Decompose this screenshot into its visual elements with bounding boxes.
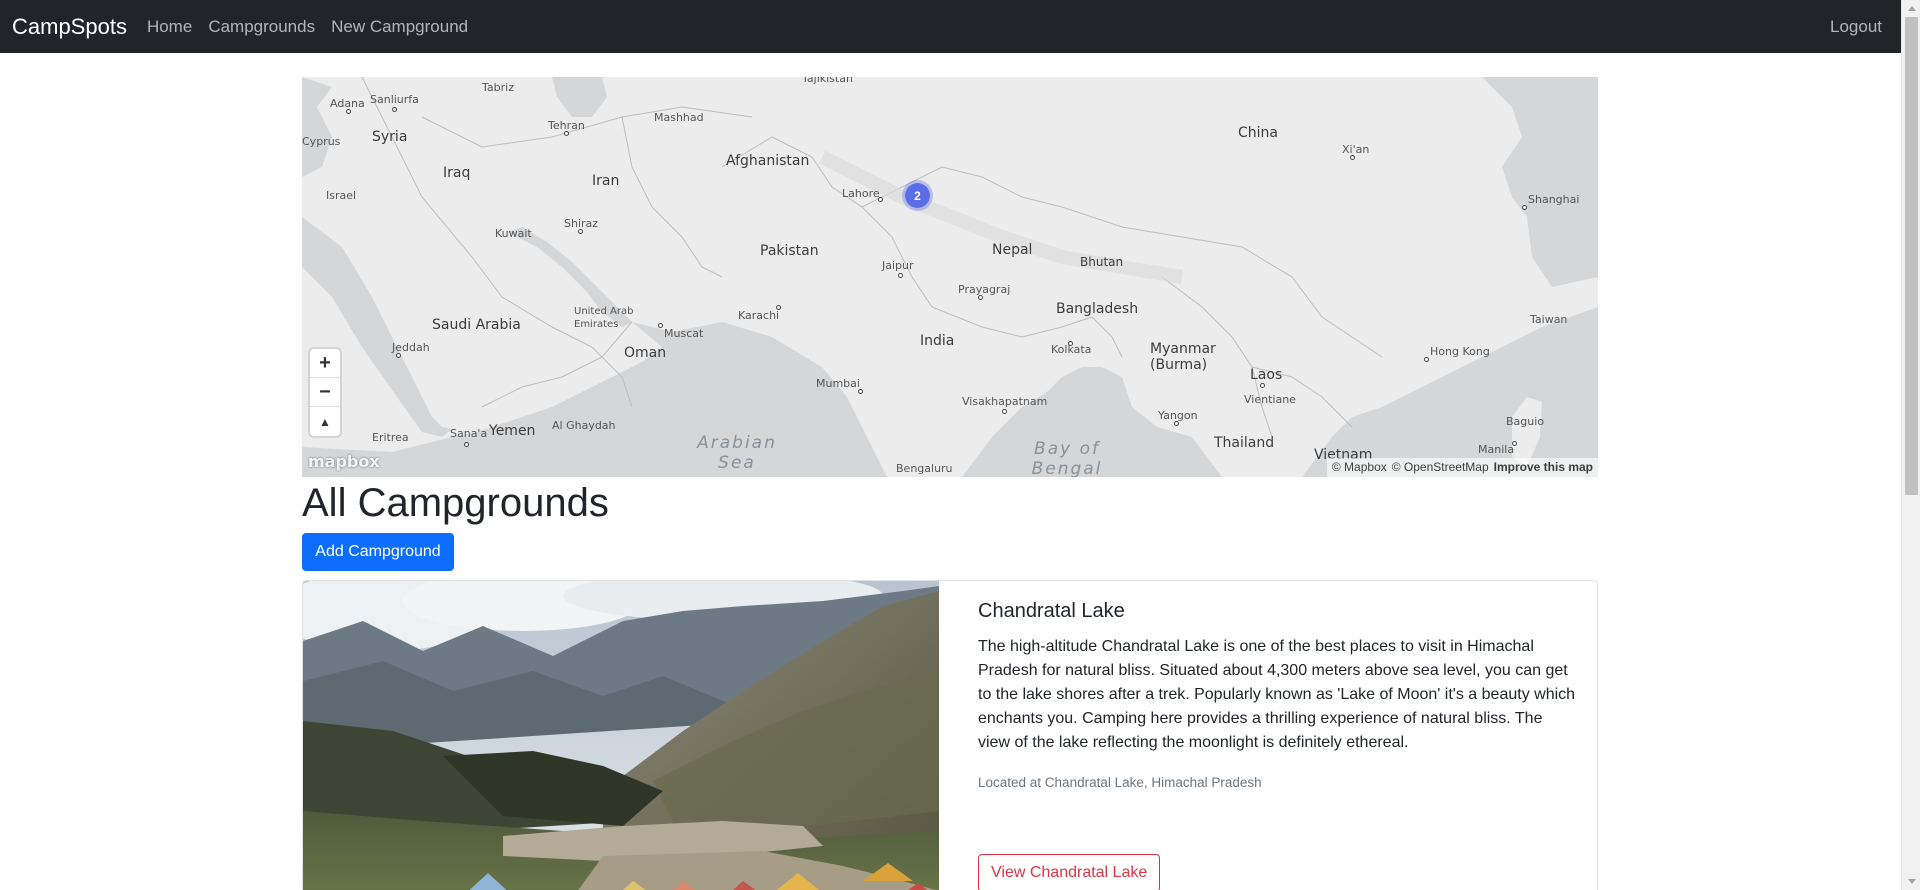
map-label-baguio: Baguio [1506,415,1545,428]
add-campground-button[interactable]: Add Campground [302,533,454,571]
campground-card: Chandratal Lake The high-altitude Chandr… [302,580,1598,890]
campground-location: Located at Chandratal Lake, Himachal Pra… [978,775,1262,790]
map-label-kuwait: Kuwait [495,227,532,240]
map-label-muscat: Muscat [664,327,704,340]
city-dot [564,131,569,136]
city-dot [776,305,781,310]
zoom-in-button[interactable]: + [310,349,340,378]
city-dot [1002,409,1007,414]
improve-map-link[interactable]: Improve this map [1494,460,1593,475]
map-label-mumbai: Mumbai [816,377,860,390]
map-label-prayagraj: Prayagraj [958,283,1011,296]
map-label-eritrea: Eritrea [372,431,409,444]
map-label-oman: Oman [624,345,667,361]
city-dot [1350,155,1355,160]
map-label-xian: Xi'an [1342,143,1370,156]
city-dot [1512,441,1517,446]
map-terrain [302,77,1598,477]
city-dot [978,295,983,300]
osm-attribution-link[interactable]: © OpenStreetMap [1392,460,1489,475]
city-dot [858,389,863,394]
map-label-tabriz: Tabriz [482,81,514,94]
map-label-vientiane: Vientiane [1244,393,1296,406]
city-dot [392,107,397,112]
campground-title: Chandratal Lake [978,600,1125,622]
map-label-saudi-arabia: Saudi Arabia [432,317,521,333]
map-label-hong-kong: Hong Kong [1430,345,1490,358]
map-label-myanmar: Myanmar (Burma) [1150,341,1216,373]
campground-cluster-marker[interactable]: 2 [902,180,933,211]
page-scrollbar[interactable] [1901,0,1920,890]
map-label-shanghai: Shanghai [1528,193,1580,206]
logout-link[interactable]: Logout [1830,17,1882,37]
map-label-afghanistan: Afghanistan [726,153,810,169]
map-label-karachi: Karachi [738,309,780,322]
map-label-bangladesh: Bangladesh [1056,301,1139,317]
map-attribution: © Mapbox © OpenStreetMap Improve this ma… [1326,458,1598,477]
map-label-china: China [1238,125,1278,141]
map-zoom-controls: + − ▲ [310,349,340,436]
map-label-bhutan: Bhutan [1080,255,1124,269]
campground-card-body: Chandratal Lake The high-altitude Chandr… [978,599,1578,790]
view-campground-button[interactable]: View Chandratal Lake [978,854,1161,890]
campground-map[interactable]: Syria Iraq Iran Afghanistan Pakistan Sau… [302,77,1598,477]
map-label-india: India [920,333,955,349]
nav-link-new-campground[interactable]: New Campground [323,17,476,37]
map-label-yemen: Yemen [489,423,536,439]
city-dot [1522,205,1527,210]
city-dot [1260,383,1265,388]
map-label-al-ghaydah: Al Ghaydah [552,419,616,432]
city-dot [1068,341,1073,346]
map-label-sanliurfa: Sanliurfa [370,93,419,106]
map-label-sanaa: Sana'a [450,427,488,440]
map-label-arabian-sea: Arabian Sea [697,433,777,473]
map-label-thailand: Thailand [1214,435,1275,451]
compass-reset-button[interactable]: ▲ [310,407,340,436]
map-label-cyprus: Cyprus [302,135,341,148]
campground-description: The high-altitude Chandratal Lake is one… [978,638,1576,751]
city-dot [1174,421,1179,426]
map-label-shiraz: Shiraz [564,217,599,230]
map-label-bengaluru: Bengaluru [896,462,953,475]
city-dot [464,442,469,447]
campground-image [303,581,939,890]
map-label-bay-of-bengal: Bay of Bengal [1031,439,1103,477]
map-label-iran: Iran [592,173,620,189]
city-dot [878,197,883,202]
map-label-pakistan: Pakistan [760,243,819,259]
mapbox-attribution-link[interactable]: © Mapbox [1332,460,1387,475]
nav-link-campgrounds[interactable]: Campgrounds [200,17,323,37]
map-label-syria: Syria [372,129,408,145]
map-label-iraq: Iraq [443,165,471,181]
map-label-lahore: Lahore [842,187,880,200]
nav-link-home[interactable]: Home [139,17,200,37]
map-label-uae: United Arab Emirates [574,306,634,330]
map-label-visakhapatnam: Visakhapatnam [962,395,1048,408]
navbar: CampSpots Home Campgrounds New Campgroun… [0,0,1901,53]
zoom-out-button[interactable]: − [310,378,340,407]
mapbox-logo[interactable]: mapbox [308,452,380,471]
city-dot [898,273,903,278]
map-label-yangon: Yangon [1158,409,1198,422]
city-dot [346,109,351,114]
city-dot [1424,357,1429,362]
map-label-nepal: Nepal [992,242,1033,258]
scroll-up-arrow-icon[interactable] [1902,0,1920,17]
map-label-mashhad: Mashhad [654,111,704,124]
map-label-manila: Manila [1478,443,1515,456]
map-label-jaipur: Jaipur [882,259,914,272]
city-dot [396,353,401,358]
brand-logo[interactable]: CampSpots [12,14,127,40]
scroll-thumb[interactable] [1905,17,1918,495]
map-label-tajikistan: Tajikistan [802,77,853,85]
map-label-israel: Israel [326,189,357,202]
city-dot [658,323,663,328]
map-label-laos: Laos [1250,367,1283,383]
city-dot [578,229,583,234]
page-title: All Campgrounds [302,481,609,525]
scroll-down-arrow-icon[interactable] [1902,873,1920,890]
map-label-taiwan: Taiwan [1530,313,1568,326]
